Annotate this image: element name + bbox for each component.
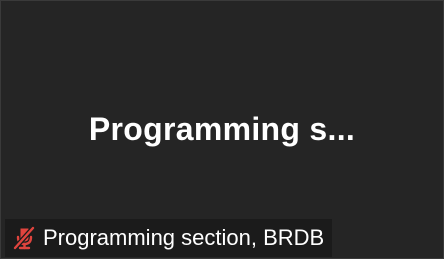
participant-name-label: Programming section, BRDB [5, 219, 333, 257]
participant-display-name: Programming s... [88, 111, 356, 147]
participant-name-text: Programming section, BRDB [43, 225, 325, 250]
microphone-muted-icon [11, 225, 37, 251]
video-tile[interactable]: Programming s... Programming section, BR… [0, 0, 444, 259]
